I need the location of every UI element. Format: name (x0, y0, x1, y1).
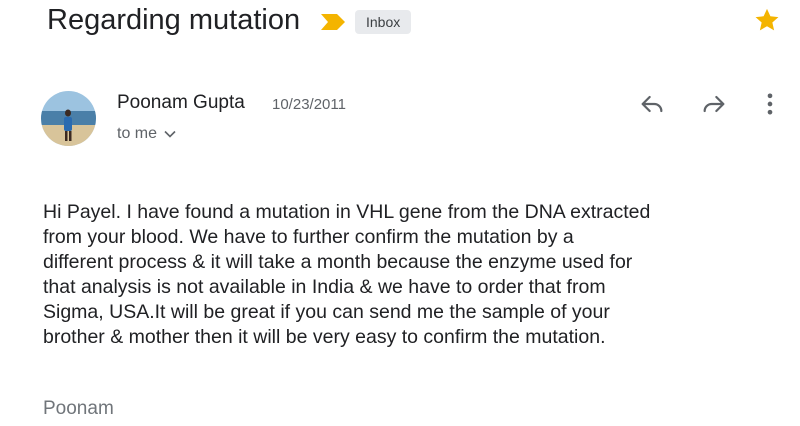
more-vert-icon (767, 93, 773, 115)
email-signature: Poonam (43, 398, 114, 419)
recipient-label: to me (117, 125, 158, 142)
reply-button[interactable] (636, 88, 668, 120)
subject-line: Regarding mutation (47, 4, 301, 36)
forward-icon (703, 95, 725, 113)
sender-name[interactable]: Poonam Gupta (117, 92, 245, 114)
star-icon[interactable] (753, 6, 781, 34)
email-body: Hi Payel. I have found a mutation in VHL… (43, 201, 651, 348)
email-date: 10/23/2011 (272, 96, 346, 113)
chevron-down-icon (164, 130, 176, 138)
forward-button[interactable] (698, 88, 730, 120)
avatar[interactable] (41, 91, 96, 146)
importance-marker-icon[interactable] (320, 13, 346, 31)
recipient-toggle[interactable]: to me (117, 125, 177, 143)
reply-icon (641, 95, 663, 113)
more-options-button[interactable] (754, 88, 786, 120)
inbox-label-badge[interactable]: Inbox (355, 10, 412, 34)
